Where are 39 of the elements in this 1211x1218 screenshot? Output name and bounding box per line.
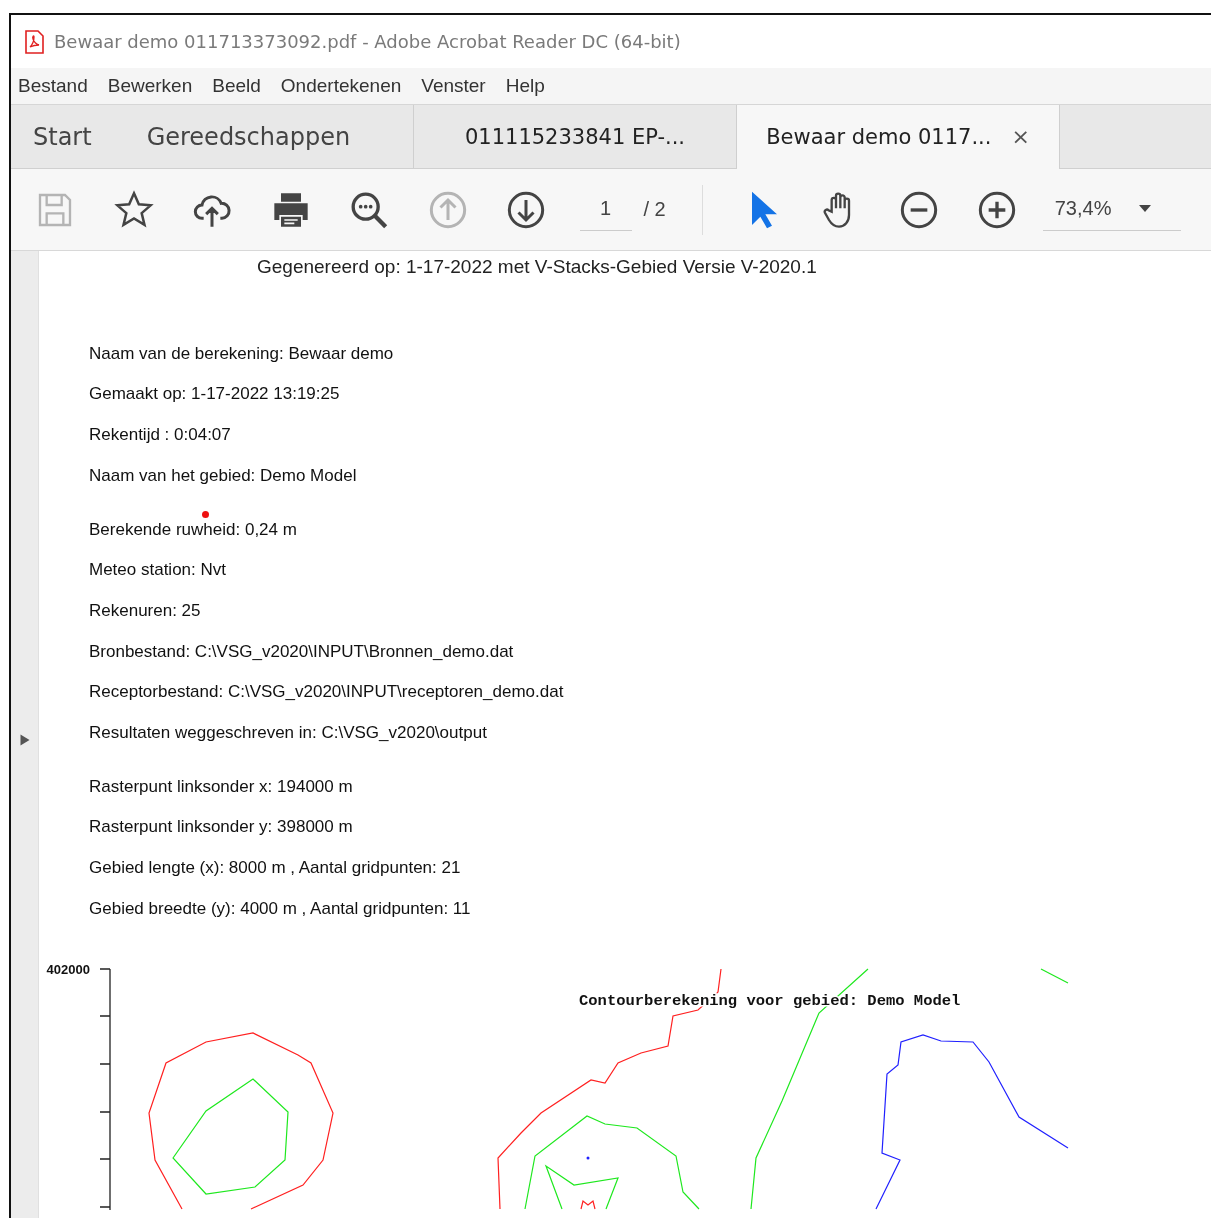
arrow-up-circle-icon: [427, 189, 468, 230]
report-line: Gebied lengte (x): 8000 m , Aantal gridpunten: 21: [89, 858, 461, 878]
zoom-in-icon: [977, 189, 1018, 230]
menu-item[interactable]: Help: [497, 75, 557, 97]
tab[interactable]: Gereedschappen: [124, 122, 373, 151]
tab-label: Bewaar demo 0117...: [766, 125, 992, 149]
close-icon[interactable]: ×: [1011, 126, 1030, 148]
report-line: Naam van het gebied: Demo Model: [89, 465, 357, 486]
document-header: Gegenereerd op: 1-17-2022 met V-Stacks-Gebied Versie V-2020.1: [257, 256, 818, 278]
report-line: Rekentijd : 0:04:07: [89, 425, 231, 446]
document-tab[interactable]: Bewaar demo 0117... ×: [737, 105, 1060, 169]
zoom-out-icon: [898, 189, 939, 230]
axis-label: 402000: [46, 961, 90, 977]
menu-item[interactable]: Bewerken: [99, 75, 205, 97]
report-line: Receptorbestand: C:\VSG_v2020\INPUT\receptoren_demo.dat: [89, 682, 564, 703]
menu-item[interactable]: Bestand: [11, 75, 100, 97]
report-line: Gemaakt op: 1-17-2022 13:19:25: [89, 384, 340, 405]
zoom-dropdown[interactable]: 73,4%: [1042, 188, 1181, 231]
report-line: Meteo station: Nvt: [89, 560, 226, 581]
page-count: / 2: [643, 198, 666, 221]
pdf-icon: [22, 28, 46, 55]
report-line: Berekende ruwheid: 0,24 m: [89, 519, 297, 540]
window-title: Bewaar demo 011713373092.pdf - Adobe Acrobat Reader DC (64-bit): [54, 31, 681, 52]
report-line: Rasterpunt linksonder x: 194000 m: [89, 776, 353, 797]
report-line: Rasterpunt linksonder y: 398000 m: [89, 817, 353, 838]
page-number-field[interactable]: 1: [579, 188, 632, 231]
menu-item[interactable]: Beeld: [204, 75, 273, 97]
tab-label: 011115233841 EP-...: [464, 124, 686, 149]
menu-item[interactable]: Venster: [413, 75, 498, 97]
report-line: Bronbestand: C:\VSG_v2020\INPUT\Bronnen_demo.dat: [89, 641, 514, 662]
arrow-down-circle-icon: [506, 189, 546, 230]
report-line: Rekenuren: 25: [89, 600, 201, 621]
tab[interactable]: Start: [11, 122, 125, 151]
report-line: Naam van de berekening: Bewaar demo: [89, 343, 394, 364]
report-line: Gebied breedte (y): 4000 m , Aantal gridpunten: 11: [89, 898, 471, 919]
caret-icon: [1139, 204, 1152, 212]
report-line: Resultaten weggeschreven in: C:\VSG_v2020\output: [89, 722, 487, 743]
star-icon: [113, 189, 154, 230]
menu-item[interactable]: Ondertekenen: [272, 75, 414, 97]
